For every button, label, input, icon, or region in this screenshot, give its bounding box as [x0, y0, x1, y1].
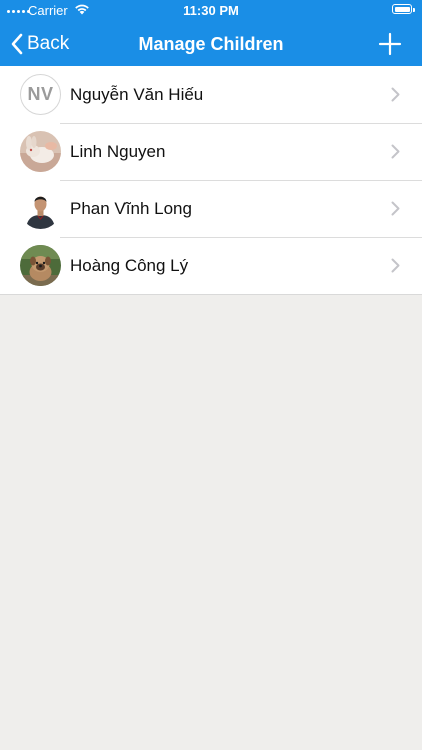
avatar [20, 245, 61, 286]
back-button[interactable]: Back [10, 22, 69, 66]
child-name: Hoàng Công Lý [70, 256, 189, 275]
back-label: Back [27, 33, 70, 54]
battery-icon [392, 4, 415, 14]
status-bar: Carrier 11:30 PM [0, 0, 422, 22]
chevron-right-icon [391, 258, 400, 273]
child-name: Linh Nguyen [70, 142, 166, 161]
app-header: Carrier 11:30 PM Back Manage Children [0, 0, 422, 66]
avatar [20, 188, 61, 229]
list-item[interactable]: NV Nguyễn Văn Hiếu [0, 66, 422, 123]
child-name: Phan Vĩnh Long [70, 199, 192, 218]
chevron-left-icon [11, 33, 23, 55]
navigation-bar: Back Manage Children [0, 22, 422, 66]
status-time: 11:30 PM [183, 3, 239, 18]
avatar: NV [20, 74, 61, 115]
list-item[interactable]: Hoàng Công Lý [0, 237, 422, 294]
chevron-right-icon [391, 87, 400, 102]
child-name: Nguyễn Văn Hiếu [70, 85, 204, 104]
list-item[interactable]: Linh Nguyen [0, 123, 422, 180]
avatar [20, 131, 61, 172]
chevron-right-icon [391, 144, 400, 159]
chevron-right-icon [391, 201, 400, 216]
add-icon[interactable] [378, 32, 402, 56]
children-list: NV Nguyễn Văn Hiếu Linh Nguyen Phan Vĩnh… [0, 66, 422, 295]
list-item[interactable]: Phan Vĩnh Long [0, 180, 422, 237]
